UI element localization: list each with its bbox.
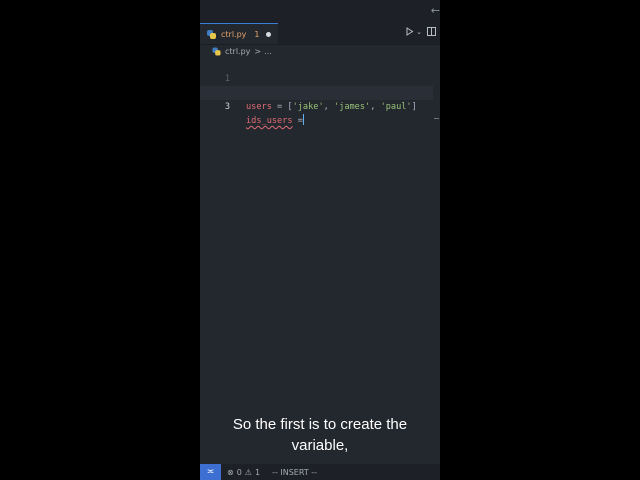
breadcrumb-file[interactable]: ctrl.py [225,47,250,56]
code-line[interactable]: 2 users = ['jake', 'james', 'paul'] [200,72,433,112]
tab-problem-count: 1 [254,29,260,39]
vim-mode: -- INSERT -- [272,467,318,477]
breadcrumb-separator: > [254,47,262,56]
video-subtitle: So the first is to create the variable, [200,414,440,456]
arrow-left-icon[interactable]: ← [431,5,440,17]
tab-bar: ctrl.py 1 ⌄ [200,23,440,45]
remote-icon[interactable]: ≍ [200,464,221,480]
play-icon[interactable] [405,27,414,36]
error-icon: ⊗ [227,467,234,477]
text-cursor [302,114,304,125]
breadcrumb: ctrl.py > ... [200,45,440,58]
python-icon [212,47,221,56]
line-code: ids_users = [246,114,304,126]
tab-ctrl-py[interactable]: ctrl.py 1 [200,23,278,44]
warning-count: 1 [254,467,261,477]
warning-icon: ⚠ [244,467,252,477]
editor-window: ← ctrl.py 1 ⌄ ctrl.py > ... 1 ids = [1, … [200,0,440,480]
line-number: 3 [224,102,230,112]
split-editor-icon[interactable] [427,27,436,36]
unsaved-dot-icon[interactable] [265,31,271,37]
tab-actions: ⌄ [405,27,436,36]
line-code: users = ['jake', 'james', 'paul'] [246,102,417,112]
code-line-active[interactable]: 3 ids_users = [200,86,433,126]
chevron-down-icon[interactable]: ⌄ [416,28,422,36]
breadcrumb-more[interactable]: ... [264,47,272,56]
minimap-marker [434,118,439,119]
subtitle-line-1: So the first is to create the [232,416,408,433]
code-line[interactable]: 1 ids = [1, 2, 3] [200,58,433,98]
error-count: 0 [236,467,242,477]
status-bar: ≍ ⊗ 0 ⚠ 1 -- INSERT -- [200,464,440,480]
code-editor[interactable]: 1 ids = [1, 2, 3] 2 users = ['jake', 'ja… [200,58,440,464]
problems-indicator[interactable]: ⊗ 0 ⚠ 1 [227,468,263,477]
subtitle-line-2: variable, [291,437,349,454]
title-strip: ← [200,0,440,23]
python-icon [207,29,216,39]
tab-label: ctrl.py [221,29,247,39]
